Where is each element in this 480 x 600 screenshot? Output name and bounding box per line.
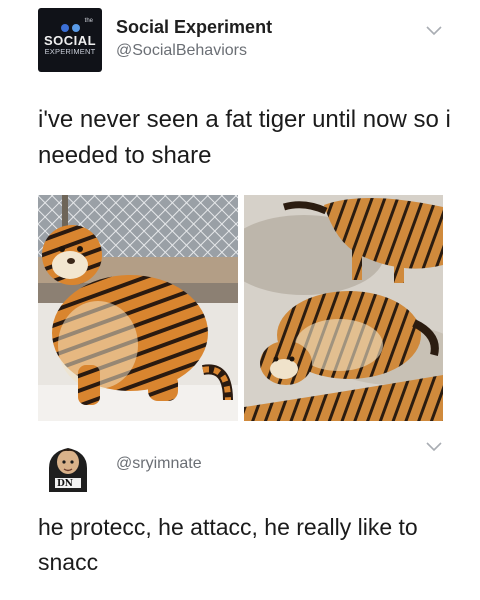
avatar-logo-line1: SOCIAL — [43, 33, 97, 48]
avatar-logo-line2: EXPERIMENT — [44, 47, 96, 56]
avatar-social-experiment[interactable]: the SOCIAL EXPERIMENT — [38, 8, 102, 72]
photo-tiger-sitting[interactable] — [38, 195, 238, 421]
tweet-text: he protecc, he attacc, he really like to… — [38, 514, 418, 575]
avatar-small-text: the — [84, 18, 93, 24]
chevron-down-icon[interactable] — [426, 442, 442, 452]
display-name[interactable]: Social Experiment — [116, 17, 272, 38]
avatar-sryimnate[interactable]: DN — [39, 434, 97, 492]
chevron-down-icon[interactable] — [426, 26, 442, 36]
facebook-icon — [60, 24, 69, 32]
linkedin-icon — [71, 24, 80, 32]
tweet-card-social-experiment: the SOCIAL EXPERIMENT Social Experiment … — [0, 0, 480, 422]
user-handle[interactable]: @sryimnate — [116, 455, 202, 473]
tweet-text: i've never seen a fat tiger until now so… — [38, 106, 451, 169]
user-handle[interactable]: @SocialBehaviors — [116, 42, 247, 60]
svg-text:DN: DN — [57, 479, 73, 489]
avatar-social-icons — [60, 24, 80, 32]
tweet-card-sryimnate: DN @sryimnate he protecc, he attacc, he … — [0, 422, 480, 600]
photo-tiger-lying[interactable] — [244, 195, 443, 421]
